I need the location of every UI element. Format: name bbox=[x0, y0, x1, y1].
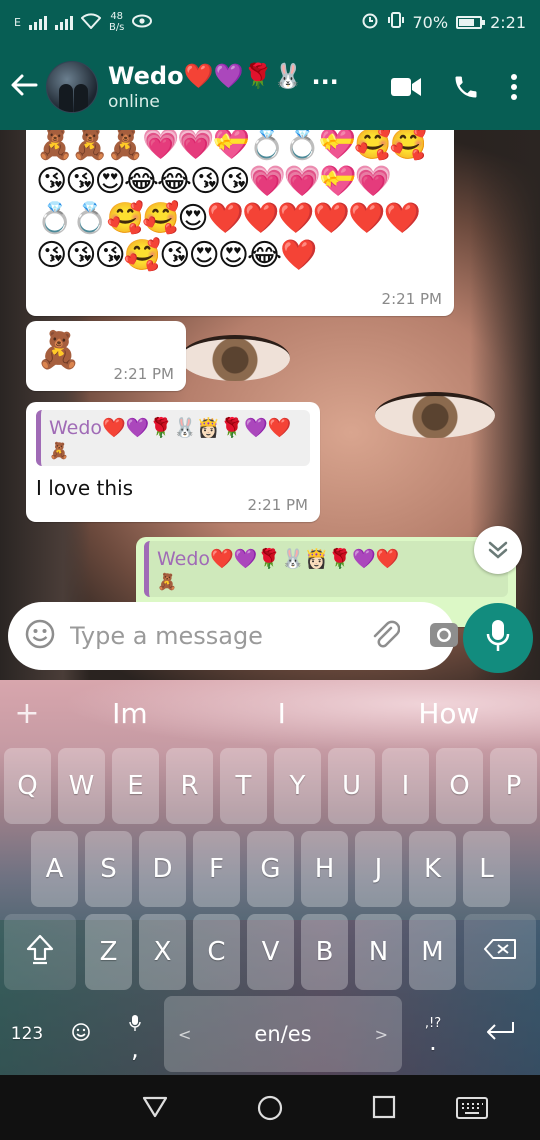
key-t[interactable]: T bbox=[220, 748, 267, 824]
keyboard-icon[interactable] bbox=[456, 1097, 488, 1119]
key-u[interactable]: U bbox=[328, 748, 375, 824]
chevron-left-icon: < bbox=[178, 1024, 192, 1044]
signal-icon-2 bbox=[54, 14, 73, 30]
signal-icon bbox=[28, 14, 47, 30]
message-time: 2:21 PM bbox=[247, 496, 308, 514]
message-time: 2:21 PM bbox=[381, 290, 442, 308]
suggestion[interactable]: How bbox=[358, 697, 540, 730]
mic-icon bbox=[486, 619, 510, 657]
navigation-bar bbox=[0, 1075, 540, 1140]
key-b[interactable]: B bbox=[301, 914, 348, 990]
quote-text: 🧸 bbox=[49, 441, 69, 460]
wallpaper-eye-right bbox=[375, 392, 495, 438]
carrier-indicator: E bbox=[14, 15, 21, 29]
key-w[interactable]: W bbox=[58, 748, 105, 824]
comma-key[interactable]: , bbox=[110, 996, 160, 1072]
key-l[interactable]: L bbox=[463, 831, 510, 907]
period-key[interactable]: ,!? . bbox=[408, 996, 458, 1072]
chevron-double-down-icon[interactable] bbox=[474, 526, 522, 574]
key-q[interactable]: Q bbox=[4, 748, 51, 824]
key-d[interactable]: D bbox=[139, 831, 186, 907]
suggestion[interactable]: Im bbox=[54, 697, 206, 730]
back-arrow-icon[interactable] bbox=[2, 70, 46, 105]
alarm-icon bbox=[361, 11, 379, 33]
quoted-message[interactable]: Wedo❤️💜🌹🐰👸🏻🌹💜❤️ 🧸 bbox=[36, 410, 310, 466]
key-p[interactable]: P bbox=[490, 748, 537, 824]
chevron-right-icon: > bbox=[374, 1024, 388, 1044]
language-label: en/es bbox=[254, 1022, 312, 1046]
chat-area: 🧸🧸🧸💗💗💝💍💍💝🥰🥰 😘😘😍😂😂😘😘💗💗💝💗 💍💍🥰🥰😍❤️❤️❤️❤️❤️❤… bbox=[0, 130, 540, 680]
enter-icon bbox=[484, 1019, 516, 1049]
key-v[interactable]: V bbox=[247, 914, 294, 990]
recents-square-icon[interactable] bbox=[372, 1095, 396, 1119]
key-o[interactable]: O bbox=[436, 748, 483, 824]
backspace-key[interactable] bbox=[464, 914, 536, 990]
key-f[interactable]: F bbox=[193, 831, 240, 907]
plus-icon[interactable]: + bbox=[0, 696, 54, 731]
key-y[interactable]: Y bbox=[274, 748, 321, 824]
message-input[interactable] bbox=[70, 622, 370, 650]
message-time: 2:21 PM bbox=[113, 365, 174, 383]
battery-icon bbox=[456, 15, 486, 29]
message-bubble[interactable]: 🧸🧸🧸💗💗💝💍💍💝🥰🥰 😘😘😍😂😂😘😘💗💗💝💗 💍💍🥰🥰😍❤️❤️❤️❤️❤️❤… bbox=[26, 130, 454, 316]
quote-author: Wedo❤️💜🌹🐰👸🏻🌹💜❤️ bbox=[49, 417, 292, 439]
battery-percent: 70% bbox=[412, 12, 449, 32]
emoji-icon bbox=[71, 1019, 91, 1049]
key-e[interactable]: E bbox=[112, 748, 159, 824]
network-speed: 48 B/s bbox=[108, 11, 125, 33]
keyboard: + Im I How Q W E R T Y U I O P A S D F G… bbox=[0, 680, 540, 1075]
clock: 2:21 bbox=[490, 12, 526, 32]
message-bubble[interactable]: Wedo❤️💜🌹🐰👸🏻🌹💜❤️ 🧸 I love this 2:21 PM bbox=[26, 402, 320, 522]
wifi-icon bbox=[80, 12, 102, 32]
shift-icon bbox=[25, 933, 55, 972]
symbols-key[interactable]: 123 bbox=[4, 996, 50, 1072]
key-n[interactable]: N bbox=[355, 914, 402, 990]
back-triangle-icon[interactable] bbox=[142, 1095, 168, 1119]
space-bar[interactable]: < en/es > bbox=[164, 996, 402, 1072]
eye-icon bbox=[132, 14, 153, 31]
backspace-icon bbox=[483, 937, 517, 967]
paperclip-icon[interactable] bbox=[370, 618, 401, 654]
quoted-message[interactable]: Wedo❤️💜🌹🐰👸🏻🌹💜❤️ 🧸 bbox=[144, 541, 508, 597]
key-c[interactable]: C bbox=[193, 914, 240, 990]
key-j[interactable]: J bbox=[355, 831, 402, 907]
key-g[interactable]: G bbox=[247, 831, 294, 907]
emoji-message: 🧸🧸🧸💗💗💝💍💍💝🥰🥰 😘😘😍😂😂😘😘💗💗💝💗 💍💍🥰🥰😍❤️❤️❤️❤️❤️❤… bbox=[36, 130, 427, 273]
wallpaper-eye-left bbox=[180, 335, 290, 381]
emoji-icon[interactable] bbox=[24, 618, 56, 654]
shift-key[interactable] bbox=[4, 914, 76, 990]
key-h[interactable]: H bbox=[301, 831, 348, 907]
key-m[interactable]: M bbox=[409, 914, 456, 990]
comma-label: , bbox=[131, 1035, 139, 1063]
quote-author: Wedo❤️💜🌹🐰👸🏻🌹💜❤️ bbox=[157, 548, 400, 570]
key-r[interactable]: R bbox=[166, 748, 213, 824]
avatar[interactable] bbox=[46, 61, 98, 113]
more-vert-icon[interactable] bbox=[510, 73, 518, 101]
suggestion-bar: + Im I How bbox=[0, 680, 540, 746]
video-call-icon[interactable] bbox=[390, 76, 422, 98]
phone-icon[interactable] bbox=[452, 73, 480, 101]
contact-name: Wedo❤️💜🌹🐰 ... bbox=[108, 62, 339, 90]
chat-header: Wedo❤️💜🌹🐰 ... online bbox=[0, 44, 540, 130]
home-circle-icon[interactable] bbox=[257, 1095, 283, 1121]
quote-text: 🧸 bbox=[157, 572, 177, 591]
period-label: . bbox=[429, 1027, 437, 1056]
contact-status: online bbox=[108, 92, 160, 112]
key-x[interactable]: X bbox=[139, 914, 186, 990]
camera-icon[interactable] bbox=[428, 619, 460, 653]
enter-key[interactable] bbox=[470, 996, 530, 1072]
emoji-key[interactable] bbox=[56, 996, 106, 1072]
vibrate-icon bbox=[387, 11, 405, 33]
key-z[interactable]: Z bbox=[85, 914, 132, 990]
composer bbox=[8, 602, 458, 670]
key-a[interactable]: A bbox=[31, 831, 78, 907]
mic-button[interactable] bbox=[463, 603, 533, 673]
message-bubble[interactable]: 🧸 2:21 PM bbox=[26, 321, 186, 391]
key-s[interactable]: S bbox=[85, 831, 132, 907]
contact-info[interactable]: Wedo❤️💜🌹🐰 ... online bbox=[108, 62, 390, 112]
suggestion[interactable]: I bbox=[206, 697, 358, 730]
key-i[interactable]: I bbox=[382, 748, 429, 824]
key-k[interactable]: K bbox=[409, 831, 456, 907]
status-bar: E 48 B/s 70% 2:21 bbox=[0, 0, 540, 44]
